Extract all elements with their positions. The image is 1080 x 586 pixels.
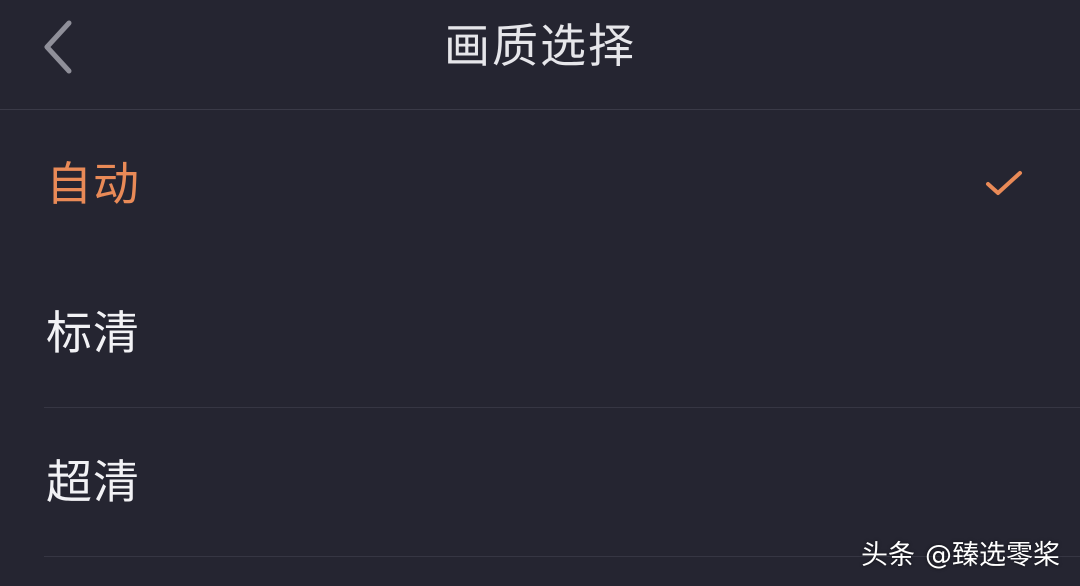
option-super-hd[interactable]: 超清: [0, 408, 1080, 557]
quality-option-list: 自动 标清 超清: [0, 110, 1080, 557]
page-title: 画质选择: [444, 19, 636, 73]
watermark-handle: @臻选零桨: [925, 540, 1060, 571]
option-label: 标清: [46, 306, 140, 360]
option-standard[interactable]: 标清: [0, 259, 1080, 408]
checkmark-icon: [986, 171, 1022, 195]
option-label: 超清: [46, 455, 140, 509]
watermark-brand: 头条: [861, 540, 915, 571]
option-label: 自动: [46, 157, 140, 211]
option-auto[interactable]: 自动: [0, 110, 1080, 259]
watermark: 头条 @臻选零桨: [861, 538, 1060, 574]
nav-bar: 画质选择: [0, 0, 1080, 110]
